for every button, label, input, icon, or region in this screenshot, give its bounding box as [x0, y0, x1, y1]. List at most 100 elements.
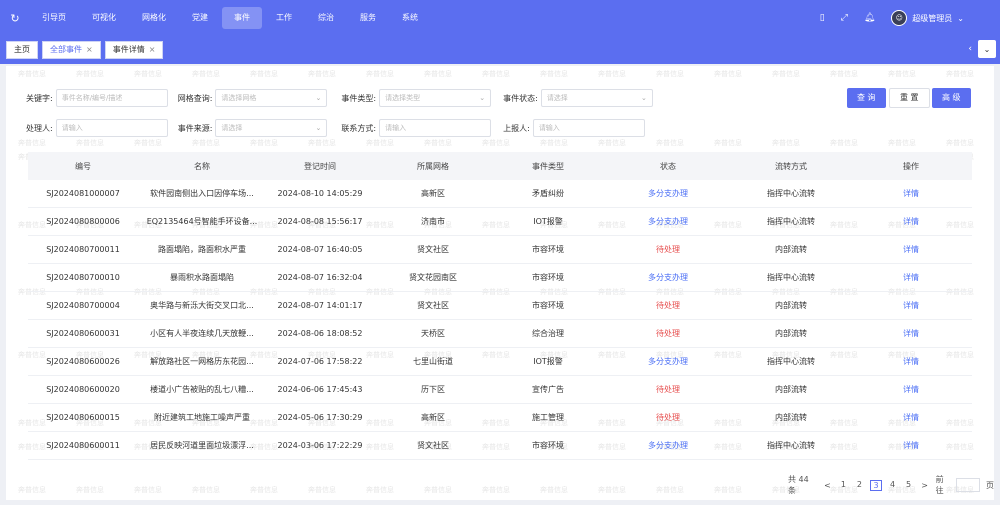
detail-link[interactable]: 详情 [850, 440, 972, 451]
watermark-text: 奔普信息 [482, 139, 510, 147]
close-icon[interactable]: × [149, 42, 156, 58]
table-cell: 市容环境 [532, 245, 564, 254]
chevron-down-icon: ⌄ [640, 94, 647, 102]
nav-item-2[interactable]: 网格化 [130, 7, 178, 29]
status-badge: 多分支办理 [648, 189, 688, 198]
grid-label: 网格查询: [177, 93, 213, 103]
table-cell: 指挥中心流转 [767, 357, 815, 366]
table-cell: 市容环境 [532, 441, 564, 450]
nav-item-6[interactable]: 综治 [306, 7, 346, 29]
goto-unit: 页 [986, 480, 994, 490]
contact-input[interactable]: 请输入 [379, 119, 492, 137]
watermark-text: 奔普信息 [424, 139, 452, 147]
watermark-text: 奔普信息 [540, 70, 568, 78]
table-cell: 矛盾纠纷 [532, 189, 564, 198]
table-cell: 内部流转 [775, 245, 807, 254]
handler-input[interactable]: 请输入 [55, 119, 168, 137]
watermark-text: 奔普信息 [308, 139, 336, 147]
detail-link[interactable]: 详情 [850, 412, 972, 423]
table-cell: 软件园南侧出入口因停车场... [150, 189, 254, 198]
watermark-text: 奔普信息 [714, 486, 742, 494]
page-number-button[interactable]: 5 [904, 480, 914, 491]
table-cell: 奥华路与新泺大街交叉口北... [150, 301, 254, 310]
watermark-text: 奔普信息 [656, 70, 684, 78]
tab-label: 主页 [14, 45, 30, 54]
status-badge: 待处理 [656, 413, 680, 422]
table-row: SJ2024080800006 EQ2135464号智能手环设备... 2024-0… [28, 208, 972, 236]
watermark-text: 奔普信息 [656, 486, 684, 494]
table-cell: 附近建筑工地施工噪声严重 [154, 413, 250, 422]
nav-item-1[interactable]: 可视化 [80, 7, 128, 29]
mobile-icon[interactable]: ▯ [820, 13, 825, 23]
main-nav-menu: 引导页 可视化 网格化 党建 事件 工作 综治 服务 系统 [30, 0, 432, 36]
watermark-text: 奔普信息 [366, 139, 394, 147]
query-button[interactable]: 查 询 [847, 88, 886, 108]
tab-0[interactable]: 主页 [6, 41, 38, 59]
detail-link[interactable]: 详情 [850, 216, 972, 227]
table-cell: 指挥中心流转 [767, 273, 815, 282]
fullscreen-icon[interactable]: ⤢ [841, 13, 848, 23]
prev-page-button[interactable]: < [822, 481, 832, 490]
watermark-text: 奔普信息 [250, 70, 278, 78]
detail-link[interactable]: 详情 [850, 272, 972, 283]
handler-label: 处理人: [26, 123, 53, 133]
bell-icon[interactable]: 🔔︎ [864, 13, 875, 23]
watermark-text: 奔普信息 [250, 486, 278, 494]
advanced-button[interactable]: 高 级 [932, 88, 971, 108]
tab-1[interactable]: 全部事件 × [42, 41, 101, 59]
status-select[interactable]: 请选择 ⌄ [540, 89, 653, 107]
nav-item-8[interactable]: 系统 [390, 7, 430, 29]
detail-link[interactable]: 详情 [850, 384, 972, 395]
nav-item-4[interactable]: 事件 [222, 7, 262, 29]
tab-menu-chevron-icon[interactable]: ⌄ [978, 40, 996, 58]
next-page-button[interactable]: > [920, 481, 930, 490]
tab-scroll-left-icon[interactable]: ‹ [968, 44, 972, 54]
nav-item-7[interactable]: 服务 [348, 7, 388, 29]
keyword-input[interactable]: 事件名称/编号/描述 [55, 89, 168, 107]
chevron-down-icon: ⌄ [957, 13, 964, 23]
detail-link[interactable]: 详情 [850, 244, 972, 255]
source-select[interactable]: 请选择 ⌄ [215, 119, 328, 137]
table-row: SJ2024080700004 奥华路与新泺大街交叉口北... 2024-08-07… [28, 292, 972, 320]
table-cell: IOT报警 [533, 357, 563, 366]
nav-item-3[interactable]: 党建 [180, 7, 220, 29]
goto-page-input[interactable] [956, 478, 980, 492]
detail-link[interactable]: 详情 [850, 328, 972, 339]
reset-button[interactable]: 重 置 [889, 88, 930, 108]
table-cell: 贤文花园南区 [409, 273, 457, 282]
watermark-text: 奔普信息 [18, 70, 46, 78]
watermark-text: 奔普信息 [134, 486, 162, 494]
nav-item-5[interactable]: 工作 [264, 7, 304, 29]
close-icon[interactable]: × [86, 42, 93, 58]
source-label: 事件来源: [177, 123, 213, 133]
table-cell: 2024-08-07 16:40:05 [277, 245, 363, 254]
detail-link[interactable]: 详情 [850, 300, 972, 311]
table-cell: SJ2024080700011 [46, 245, 120, 254]
watermark-text: 奔普信息 [540, 139, 568, 147]
grid-select[interactable]: 请选择网格 ⌄ [215, 89, 328, 107]
refresh-icon[interactable]: ↻ [0, 12, 30, 25]
table-cell: 暴雨积水路面塌陷 [170, 273, 234, 282]
status-badge: 多分支办理 [648, 273, 688, 282]
detail-link[interactable]: 详情 [850, 356, 972, 367]
table-row: SJ2024080600026 解放路社区一网格历东花园... 2024-07-06… [28, 348, 972, 376]
top-nav-bar: ↻ 引导页 可视化 网格化 党建 事件 工作 综治 服务 系统 ▯ ⤢ 🔔︎ ☺ 超级管理员 ⌄ [0, 0, 1000, 36]
detail-link[interactable]: 详情 [850, 188, 972, 199]
nav-item-0[interactable]: 引导页 [30, 7, 78, 29]
table-cell: EQ2135464号智能手环设备... [146, 217, 258, 226]
column-header: 编号 [75, 161, 91, 171]
user-menu[interactable]: ☺ 超级管理员 ⌄ [891, 10, 964, 26]
reporter-input[interactable]: 请输入 [532, 119, 645, 137]
page-number-button[interactable]: 2 [854, 480, 864, 491]
table-cell: 指挥中心流转 [767, 441, 815, 450]
table-cell: SJ2024080600026 [46, 357, 120, 366]
table-cell: SJ2024080600015 [46, 413, 120, 422]
table-cell: 内部流转 [775, 413, 807, 422]
page-number-button[interactable]: 1 [838, 480, 848, 491]
tab-2[interactable]: 事件详情 × [104, 41, 164, 59]
watermark-text: 奔普信息 [482, 70, 510, 78]
page-number-button[interactable]: 4 [888, 480, 898, 491]
goto-label: 前往 [935, 475, 944, 495]
page-number-button[interactable]: 3 [870, 479, 882, 491]
type-select[interactable]: 请选择类型 ⌄ [379, 89, 492, 107]
